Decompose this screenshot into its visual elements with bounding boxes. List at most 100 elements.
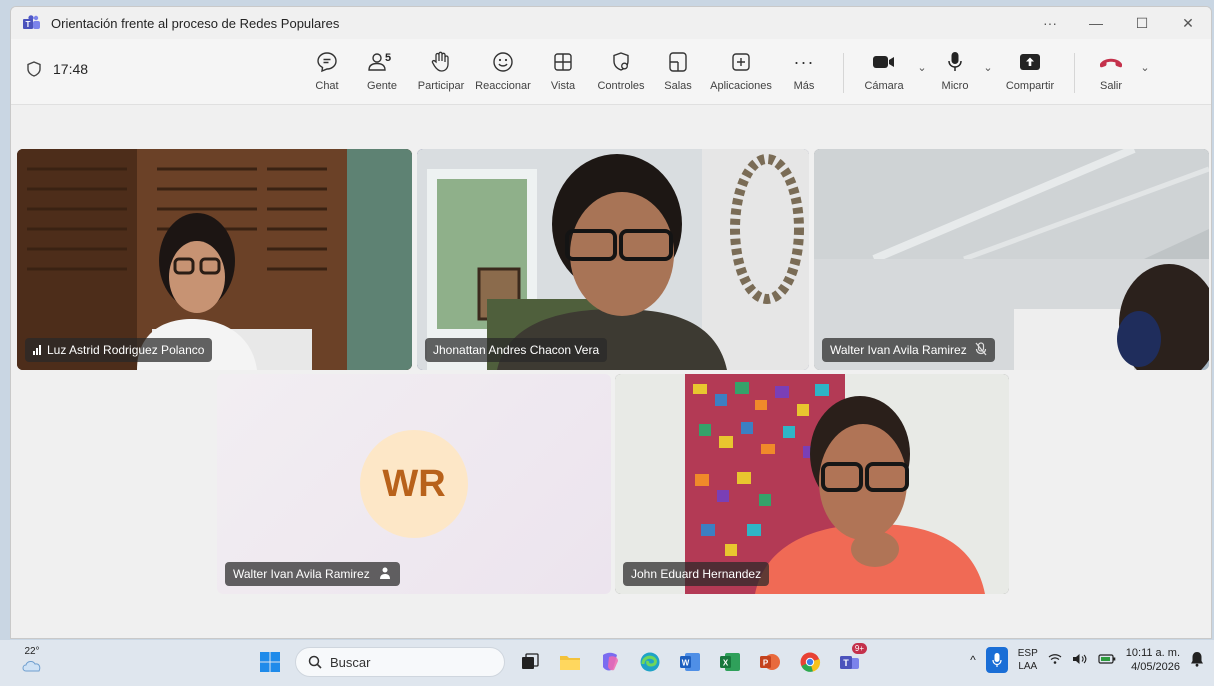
mic-options-chevron-icon[interactable]: ⌄ xyxy=(978,61,998,74)
weather-temperature: 22° xyxy=(24,646,40,657)
raise-hand-button[interactable]: Participar xyxy=(411,49,471,97)
toolbar-divider xyxy=(843,53,844,93)
raise-hand-icon xyxy=(431,49,451,75)
battery-icon[interactable] xyxy=(1098,653,1116,668)
participant-nametag-3: Walter Ivan Avila Ramirez xyxy=(822,338,995,362)
search-placeholder: Buscar xyxy=(330,654,371,670)
people-count: 5 xyxy=(385,52,392,64)
participant-name: Jhonattan Andres Chacon Vera xyxy=(433,343,600,357)
controls-label: Controles xyxy=(597,80,645,92)
smiley-icon xyxy=(492,49,514,75)
apps-label: Aplicaciones xyxy=(710,80,772,92)
participant-tile-4[interactable]: WR Walter Ivan Avila Ramirez xyxy=(217,374,611,594)
microphone-in-use-icon[interactable] xyxy=(985,647,1008,673)
rooms-button[interactable]: Salas xyxy=(651,49,705,97)
volume-icon[interactable] xyxy=(1072,653,1088,668)
minimize-button[interactable]: — xyxy=(1073,7,1119,39)
camera-icon xyxy=(872,49,896,75)
meeting-timer: 17:48 xyxy=(27,61,88,77)
excel-icon[interactable]: X xyxy=(715,647,745,677)
show-hidden-icons-chevron-icon[interactable]: ^ xyxy=(970,653,976,667)
window-title: Orientación frente al proceso de Redes P… xyxy=(51,15,340,31)
keyboard-layout: LAA xyxy=(1018,661,1038,672)
people-icon: 5 xyxy=(362,49,402,75)
participant-nametag-1: Luz Astrid Rodriguez Polanco xyxy=(25,338,213,362)
breakout-rooms-icon xyxy=(668,49,688,75)
taskbar-search-input[interactable]: Buscar xyxy=(295,647,505,677)
mic-label: Micro xyxy=(941,80,969,92)
maximize-button[interactable]: ☐ xyxy=(1119,7,1165,39)
chrome-icon[interactable] xyxy=(795,647,825,677)
raise-hand-label: Participar xyxy=(417,80,465,92)
clock[interactable]: 10:11 a. m. 4/05/2026 xyxy=(1126,646,1180,674)
view-button[interactable]: Vista xyxy=(535,49,591,97)
participant-video-2 xyxy=(417,149,809,370)
chat-button[interactable]: Chat xyxy=(301,49,353,97)
wifi-icon[interactable] xyxy=(1048,653,1062,668)
powerpoint-icon[interactable]: P xyxy=(755,647,785,677)
word-icon[interactable]: W xyxy=(675,647,705,677)
participant-nametag-4: Walter Ivan Avila Ramirez xyxy=(225,562,400,586)
windows-start-icon[interactable] xyxy=(255,647,285,677)
more-button[interactable]: ··· Más xyxy=(777,49,831,97)
leave-button[interactable]: Salir xyxy=(1087,49,1135,97)
teams-taskbar-icon[interactable]: T 9+ xyxy=(835,643,867,677)
svg-text:W: W xyxy=(682,659,690,668)
grid-view-icon xyxy=(553,49,573,75)
share-button[interactable]: Compartir xyxy=(998,49,1062,97)
search-icon xyxy=(308,655,322,669)
title-bar: T Orientación frente al proceso de Redes… xyxy=(11,7,1211,39)
system-tray: ^ ESP LAA 10:11 a. m. 4/05/2026 xyxy=(970,646,1204,674)
participant-tile-1[interactable]: Luz Astrid Rodriguez Polanco xyxy=(17,149,412,370)
mic-muted-icon xyxy=(975,341,987,359)
signal-strength-icon xyxy=(33,345,41,355)
presenter-icon xyxy=(378,566,392,583)
participant-video-1 xyxy=(17,149,412,370)
weather-widget[interactable]: 22° xyxy=(20,646,44,673)
chat-icon xyxy=(316,49,338,75)
participant-video-3 xyxy=(814,149,1209,370)
add-app-icon xyxy=(731,49,751,75)
participant-tile-5[interactable]: John Eduard Hernandez xyxy=(615,374,1009,594)
toolbar-divider-2 xyxy=(1074,53,1075,93)
participant-video-5 xyxy=(615,374,1009,594)
leave-options-chevron-icon[interactable]: ⌄ xyxy=(1135,61,1155,74)
leave-label: Salir xyxy=(1099,80,1122,92)
ellipsis-icon: ··· xyxy=(793,51,815,72)
more-options-icon[interactable]: ··· xyxy=(1027,7,1073,39)
mic-button[interactable]: Micro xyxy=(932,49,978,97)
notification-bell-icon[interactable] xyxy=(1190,651,1204,670)
shield-gear-icon xyxy=(611,49,631,75)
svg-text:P: P xyxy=(763,659,769,668)
people-button[interactable]: 5 Gente xyxy=(353,49,411,97)
language-indicator[interactable]: ESP LAA xyxy=(1018,647,1038,673)
chat-label: Chat xyxy=(315,80,339,92)
edge-browser-icon[interactable] xyxy=(635,647,665,677)
camera-options-chevron-icon[interactable]: ⌄ xyxy=(912,61,932,74)
participant-tile-3[interactable]: Walter Ivan Avila Ramirez xyxy=(814,149,1209,370)
copilot-icon[interactable] xyxy=(595,647,625,677)
meeting-toolbar: 17:48 Chat 5 Gente Participar Reaccionar… xyxy=(11,39,1211,105)
cloud-icon xyxy=(22,661,41,672)
controls-button[interactable]: Controles xyxy=(591,49,651,97)
camera-button[interactable]: Cámara xyxy=(856,49,912,97)
timer-text: 17:48 xyxy=(53,61,89,77)
language-code: ESP xyxy=(1017,648,1038,659)
svg-text:T: T xyxy=(26,20,31,29)
task-view-icon[interactable] xyxy=(515,647,545,677)
participant-name: Walter Ivan Avila Ramirez xyxy=(233,567,370,581)
close-button[interactable]: ✕ xyxy=(1165,7,1211,39)
participant-name: John Eduard Hernandez xyxy=(631,567,762,581)
shield-icon xyxy=(27,61,41,77)
participant-name: Walter Ivan Avila Ramirez xyxy=(830,343,967,357)
apps-button[interactable]: Aplicaciones xyxy=(705,49,777,97)
camera-label: Cámara xyxy=(864,80,904,92)
participant-name: Luz Astrid Rodriguez Polanco xyxy=(47,343,205,357)
participant-nametag-5: John Eduard Hernandez xyxy=(623,562,770,586)
file-explorer-icon[interactable] xyxy=(555,647,585,677)
react-button[interactable]: Reaccionar xyxy=(471,49,535,97)
svg-text:X: X xyxy=(723,659,729,668)
windows-taskbar: 22° Buscar W X P T 9+ ^ ESP LAA 10:11 a.… xyxy=(0,640,1214,686)
participant-tile-2[interactable]: Jhonattan Andres Chacon Vera xyxy=(417,149,809,370)
rooms-label: Salas xyxy=(664,80,692,92)
